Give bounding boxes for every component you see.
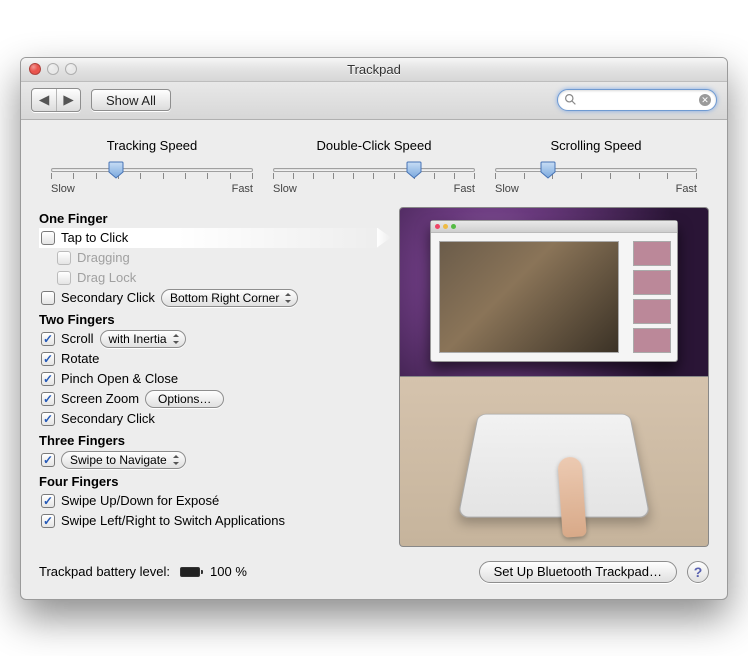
slider-track[interactable] bbox=[495, 161, 697, 179]
option-label: Secondary Click bbox=[61, 290, 155, 305]
slider-high-label: Fast bbox=[676, 183, 697, 195]
battery-value: 100 % bbox=[210, 564, 247, 579]
option-label: Rotate bbox=[61, 351, 99, 366]
screen-zoom-options-button[interactable]: Options… bbox=[145, 390, 224, 408]
search-input[interactable] bbox=[557, 89, 717, 111]
option-label: Dragging bbox=[77, 250, 130, 265]
titlebar: Trackpad bbox=[21, 58, 727, 82]
main-content: One Finger Tap to Click Dragging Drag Lo… bbox=[21, 203, 727, 561]
option-label: Tap to Click bbox=[61, 230, 128, 245]
checkbox-icon bbox=[57, 251, 71, 265]
drag-lock-row: Drag Lock bbox=[39, 268, 385, 288]
trackpad-icon bbox=[457, 413, 650, 517]
checkbox-icon[interactable] bbox=[41, 372, 55, 386]
switch-apps-row[interactable]: Swipe Left/Right to Switch Applications bbox=[39, 511, 385, 531]
preview-thumbnails bbox=[633, 241, 671, 353]
option-label: Screen Zoom bbox=[61, 391, 139, 406]
secondary-click-popup[interactable]: Bottom Right Corner bbox=[161, 289, 298, 307]
three-fingers-heading: Three Fingers bbox=[39, 433, 385, 448]
preferences-window: Trackpad ◀ ▶ Show All ✕ Tracking Speed bbox=[20, 57, 728, 600]
help-button[interactable]: ? bbox=[687, 561, 709, 583]
scroll-row[interactable]: Scroll with Inertia bbox=[39, 329, 385, 349]
option-label: Pinch Open & Close bbox=[61, 371, 178, 386]
zoom-icon[interactable] bbox=[65, 63, 77, 75]
nav-group: ◀ ▶ bbox=[31, 88, 81, 112]
preview-trackpad bbox=[399, 377, 709, 547]
checkbox-icon[interactable] bbox=[41, 352, 55, 366]
slider-label: Double-Click Speed bbox=[317, 138, 432, 153]
slider-high-label: Fast bbox=[232, 183, 253, 195]
checkbox-icon[interactable] bbox=[41, 392, 55, 406]
checkbox-icon[interactable] bbox=[41, 514, 55, 528]
tap-to-click-row[interactable]: Tap to Click bbox=[39, 228, 385, 248]
checkbox-icon[interactable] bbox=[41, 412, 55, 426]
checkbox-icon[interactable] bbox=[41, 231, 55, 245]
screen-zoom-row[interactable]: Screen Zoom Options… bbox=[39, 389, 385, 409]
gesture-preview bbox=[399, 207, 709, 547]
search-field-wrap: ✕ bbox=[557, 89, 717, 111]
battery-label: Trackpad battery level: bbox=[39, 564, 170, 579]
expose-row[interactable]: Swipe Up/Down for Exposé bbox=[39, 491, 385, 511]
setup-bluetooth-button[interactable]: Set Up Bluetooth Trackpad… bbox=[479, 561, 677, 583]
preview-photo bbox=[439, 241, 619, 353]
two-finger-secondary-row[interactable]: Secondary Click bbox=[39, 409, 385, 429]
preview-app-window bbox=[430, 220, 678, 362]
forward-button[interactable]: ▶ bbox=[56, 89, 80, 111]
battery-icon bbox=[180, 567, 200, 577]
option-label: Swipe Up/Down for Exposé bbox=[61, 493, 219, 508]
close-icon[interactable] bbox=[29, 63, 41, 75]
doubleclick-speed-slider: Double-Click Speed Slow Fast bbox=[273, 138, 475, 195]
slider-high-label: Fast bbox=[454, 183, 475, 195]
scroll-popup[interactable]: with Inertia bbox=[100, 330, 186, 348]
scrolling-speed-slider: Scrolling Speed Slow Fast bbox=[495, 138, 697, 195]
sliders-row: Tracking Speed Slow Fast Double-Click Sp… bbox=[21, 120, 727, 203]
checkbox-icon[interactable] bbox=[41, 494, 55, 508]
slider-low-label: Slow bbox=[495, 183, 519, 195]
dragging-row: Dragging bbox=[39, 248, 385, 268]
footer: Trackpad battery level: 100 % Set Up Blu… bbox=[21, 561, 727, 599]
chevron-right-icon: ▶ bbox=[63, 92, 73, 108]
option-label: Drag Lock bbox=[77, 270, 136, 285]
option-label: Secondary Click bbox=[61, 411, 155, 426]
slider-track[interactable] bbox=[273, 161, 475, 179]
swipe-navigate-popup[interactable]: Swipe to Navigate bbox=[61, 451, 186, 469]
slider-low-label: Slow bbox=[51, 183, 75, 195]
slider-track[interactable] bbox=[51, 161, 253, 179]
tracking-speed-slider: Tracking Speed Slow Fast bbox=[51, 138, 253, 195]
show-all-button[interactable]: Show All bbox=[91, 89, 171, 111]
one-finger-heading: One Finger bbox=[39, 211, 385, 226]
slider-label: Tracking Speed bbox=[107, 138, 198, 153]
gesture-options: One Finger Tap to Click Dragging Drag Lo… bbox=[39, 207, 385, 547]
four-fingers-heading: Four Fingers bbox=[39, 474, 385, 489]
checkbox-icon[interactable] bbox=[41, 291, 55, 305]
pinch-row[interactable]: Pinch Open & Close bbox=[39, 369, 385, 389]
option-label: Swipe Left/Right to Switch Applications bbox=[61, 513, 285, 528]
two-fingers-heading: Two Fingers bbox=[39, 312, 385, 327]
slider-label: Scrolling Speed bbox=[550, 138, 641, 153]
slider-low-label: Slow bbox=[273, 183, 297, 195]
search-icon bbox=[564, 93, 577, 106]
chevron-left-icon: ◀ bbox=[39, 92, 49, 108]
window-title: Trackpad bbox=[347, 62, 401, 77]
preview-screen bbox=[399, 207, 709, 377]
checkbox-icon[interactable] bbox=[41, 332, 55, 346]
option-label: Scroll bbox=[61, 331, 94, 346]
toolbar: ◀ ▶ Show All ✕ bbox=[21, 82, 727, 120]
rotate-row[interactable]: Rotate bbox=[39, 349, 385, 369]
checkbox-icon bbox=[57, 271, 71, 285]
window-controls bbox=[29, 63, 77, 75]
secondary-click-row[interactable]: Secondary Click Bottom Right Corner bbox=[39, 288, 385, 308]
back-button[interactable]: ◀ bbox=[32, 89, 56, 111]
swipe-navigate-row[interactable]: Swipe to Navigate bbox=[39, 450, 385, 470]
minimize-icon[interactable] bbox=[47, 63, 59, 75]
checkbox-icon[interactable] bbox=[41, 453, 55, 467]
clear-search-icon[interactable]: ✕ bbox=[699, 94, 711, 106]
